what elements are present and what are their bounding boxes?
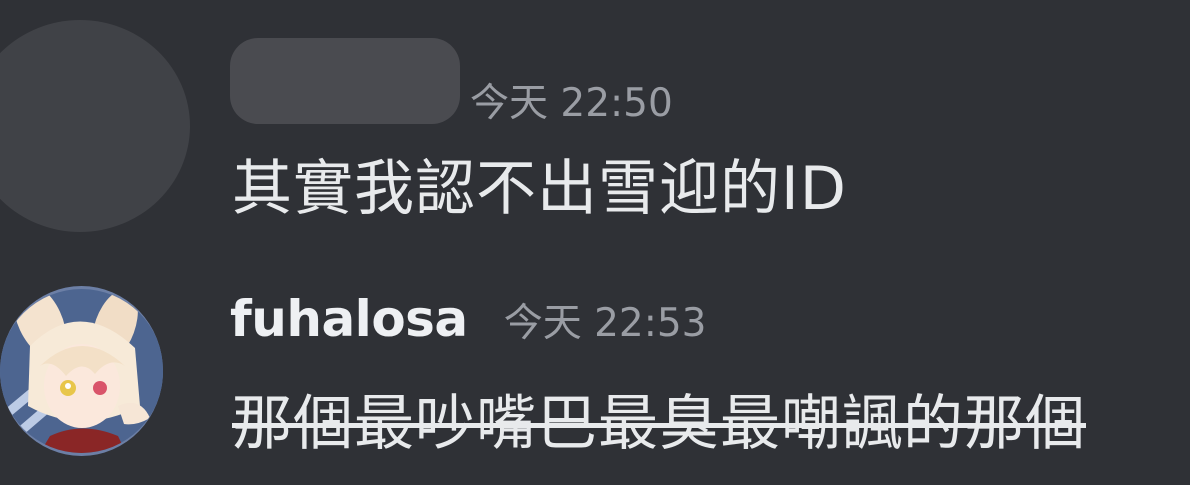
message-content: 那個最吵嘴巴最臭最嘲諷的那個 [232,389,1086,459]
redacted-username [230,38,460,124]
chat-log: 今天 22:50 其實我認不出雪迎的ID fuhalosa 今天 22:53 那… [0,0,1190,485]
message-timestamp: 今天 22:50 [470,81,673,126]
avatar[interactable] [0,286,163,456]
message-header: 今天 22:50 [230,38,673,136]
message-header: fuhalosa 今天 22:53 [230,290,706,348]
chat-message: fuhalosa 今天 22:53 那個最吵嘴巴最臭最嘲諷的那個 [0,270,1190,485]
message-timestamp: 今天 22:53 [503,301,707,346]
avatar[interactable] [0,20,190,232]
message-content: 其實我認不出雪迎的ID [232,154,847,224]
avatar-image [0,289,163,453]
chat-message: 今天 22:50 其實我認不出雪迎的ID [0,0,1190,250]
username[interactable]: fuhalosa [230,290,468,348]
